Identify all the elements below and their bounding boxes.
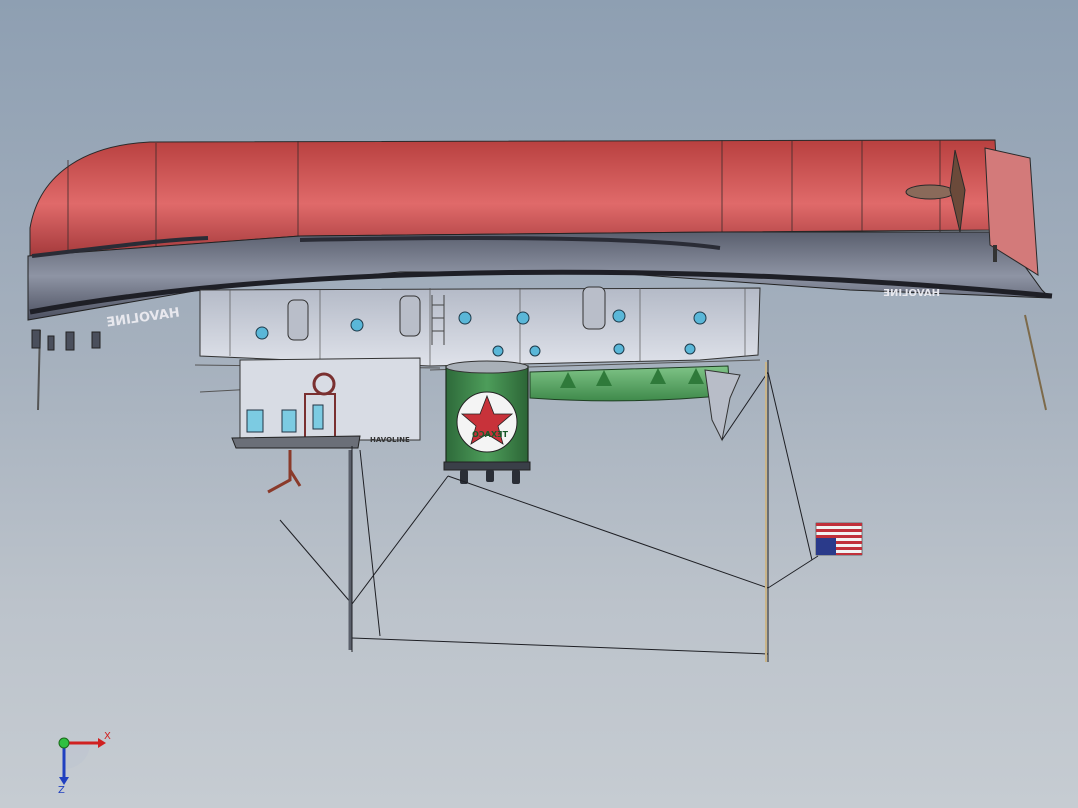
texaco-tank: TEXACO <box>443 360 531 484</box>
lower-platform <box>231 435 361 449</box>
deckhouse-lettering: HAVOLINE <box>370 436 410 444</box>
tank-emblem-text: TEXACO <box>472 430 508 439</box>
pilot-house <box>239 357 421 441</box>
ship-model[interactable]: HAVOLINE HAVOLINE HAVOLINE TEXACO <box>0 0 1078 808</box>
hull-lettering-port: HAVOLINE <box>106 306 181 331</box>
coordinate-triad-icon: X Z <box>58 731 111 795</box>
cad-viewport[interactable]: HAVOLINE HAVOLINE HAVOLINE TEXACO X Z <box>0 0 1078 808</box>
main-deck <box>199 287 761 367</box>
stern-pole <box>1024 314 1047 411</box>
x-axis-label: X <box>104 731 111 742</box>
bow-fittings <box>31 329 101 351</box>
deck-crane <box>267 450 302 494</box>
z-axis-label: Z <box>58 785 65 795</box>
float-rear <box>704 369 741 442</box>
us-flag-icon <box>815 522 863 556</box>
hull-lettering-stern: HAVOLINE <box>883 288 940 299</box>
